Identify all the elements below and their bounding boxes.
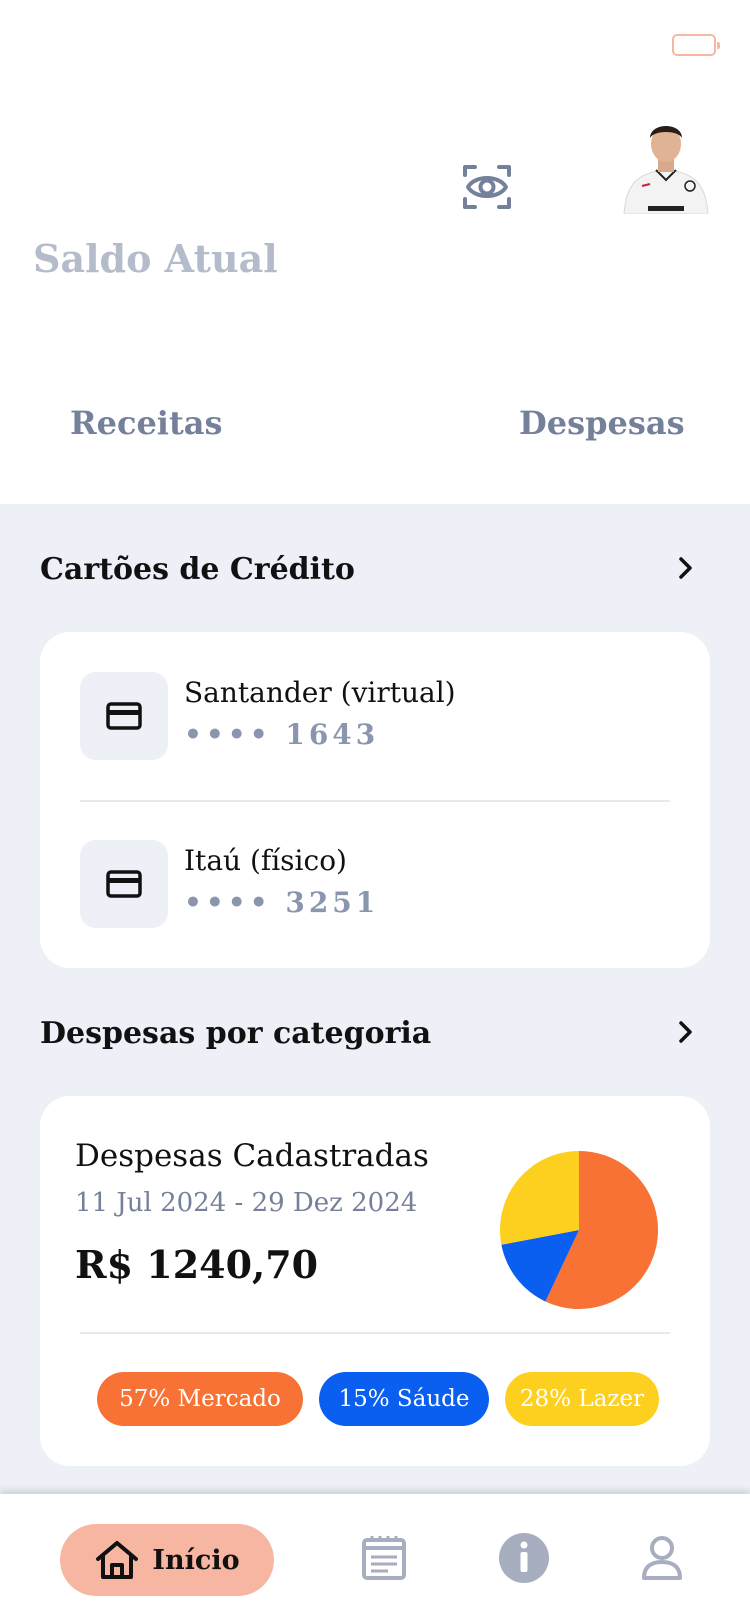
credit-cards-list: Santander (virtual) •••• 1643 Itaú (físi… (40, 632, 710, 968)
credit-card-icon (80, 840, 168, 928)
eye-icon (463, 165, 511, 209)
calendar-list-icon[interactable] (358, 1532, 410, 1584)
divider (80, 800, 670, 802)
expenses-card-title: Despesas Cadastradas (75, 1138, 429, 1174)
balance-label: Saldo Atual (33, 236, 278, 281)
tab-despesas[interactable]: Despesas (519, 404, 685, 442)
card-masked-number: •••• 1643 (184, 718, 380, 751)
expenses-total: R$ 1240,70 (75, 1242, 319, 1287)
credit-card-item[interactable]: Itaú (físico) •••• 3251 (80, 840, 680, 928)
home-icon (96, 1541, 139, 1579)
category-chip-lazer[interactable]: 28% Lazer (505, 1372, 659, 1426)
credit-card-item[interactable]: Santander (virtual) •••• 1643 (80, 672, 680, 760)
pie-slice (500, 1151, 579, 1245)
battery-icon (672, 34, 720, 56)
tab-receitas[interactable]: Receitas (70, 404, 222, 442)
header: Saldo Atual Receitas Despesas (0, 0, 750, 504)
toggle-visibility-button[interactable] (458, 158, 516, 216)
divider (80, 1332, 670, 1334)
expenses-title: Despesas por categoria (40, 1016, 432, 1051)
nav-item-label: Início (152, 1544, 240, 1576)
avatar[interactable] (618, 114, 714, 214)
info-icon[interactable] (498, 1532, 550, 1584)
expenses-chevron-right-icon[interactable] (672, 1018, 700, 1046)
credit-cards-title: Cartões de Crédito (40, 552, 355, 587)
category-chip-mercado[interactable]: 57% Mercado (97, 1372, 303, 1426)
expenses-card[interactable]: Despesas Cadastradas 11 Jul 2024 - 29 De… (40, 1096, 710, 1466)
category-chip-saude[interactable]: 15% Sáude (319, 1372, 489, 1426)
user-icon[interactable] (636, 1532, 688, 1584)
nav-item-inicio[interactable]: Início (60, 1524, 274, 1596)
card-masked-number: •••• 3251 (184, 886, 380, 919)
card-name: Itaú (físico) (184, 844, 347, 877)
expenses-date-range: 11 Jul 2024 - 29 Dez 2024 (75, 1188, 418, 1218)
card-name: Santander (virtual) (184, 676, 456, 709)
bottom-nav: Início (0, 1494, 750, 1624)
credit-card-icon (80, 672, 168, 760)
main-content: Cartões de Crédito Santander (virtual) •… (0, 504, 750, 1494)
credit-cards-chevron-right-icon[interactable] (672, 554, 700, 582)
expenses-pie-chart (500, 1151, 658, 1309)
